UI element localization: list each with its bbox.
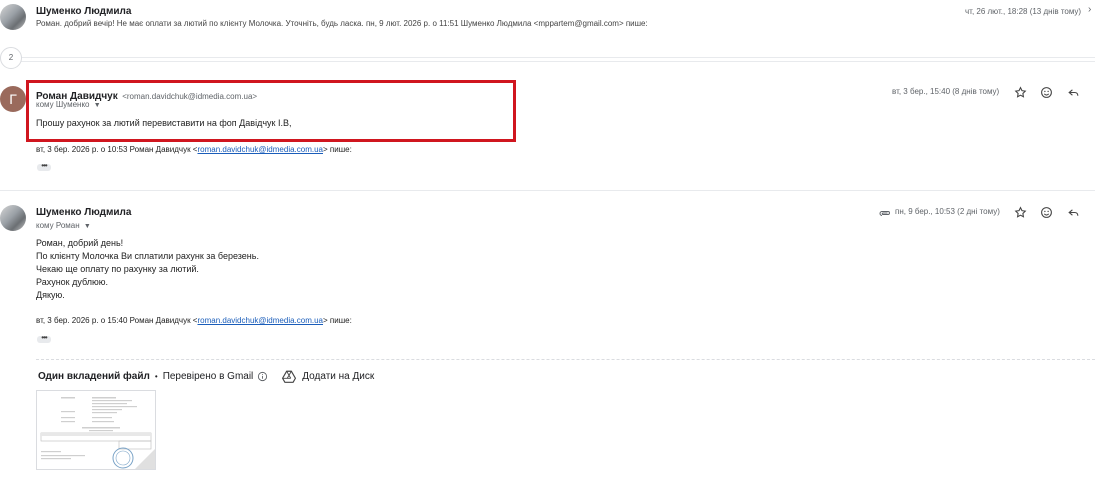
body-line: Роман, добрий день! xyxy=(36,238,124,248)
divider xyxy=(20,57,1095,58)
drive-add-icon[interactable] xyxy=(282,370,297,383)
quote-prefix: вт, 3 бер. 2026 р. о 10:53 Роман Давидчу… xyxy=(36,145,198,154)
recipients-label: кому Роман xyxy=(36,221,80,230)
chevron-down-icon[interactable]: ▼ xyxy=(84,223,91,230)
quote-header: вт, 3 бер. 2026 р. о 10:53 Роман Давидчу… xyxy=(36,145,352,154)
attachments-divider xyxy=(36,359,1095,360)
message1-date: вт, 3 бер., 15:40 (8 днів тому) xyxy=(892,87,1000,96)
attachment-clip-icon xyxy=(879,206,891,224)
collapsed-chevron-icon[interactable]: › xyxy=(1088,4,1091,15)
recipients[interactable]: кому Шуменко ▼ xyxy=(36,100,101,109)
quote-email-link[interactable]: roman.davidchuk@idmedia.com.ua xyxy=(197,316,323,325)
avatar xyxy=(0,205,26,231)
info-icon[interactable] xyxy=(257,371,268,382)
add-to-drive-button[interactable]: Додати на Диск xyxy=(302,371,374,382)
quote-prefix: вт, 3 бер. 2026 р. о 15:40 Роман Давидчу… xyxy=(36,316,198,325)
quote-header: вт, 3 бер. 2026 р. о 15:40 Роман Давидчу… xyxy=(36,316,352,325)
separator: • xyxy=(154,372,158,381)
gmail-checked-label: Перевірено в Gmail xyxy=(162,371,254,382)
emoji-icon[interactable] xyxy=(1037,83,1055,101)
attachments-header: Один вкладений файл • Перевірено в Gmail… xyxy=(38,370,374,383)
show-trimmed-content-button[interactable]: ••• xyxy=(37,334,51,343)
hidden-messages-count[interactable]: 2 xyxy=(0,47,22,69)
attachment-thumbnail[interactable] xyxy=(36,390,156,470)
collapsed-snippet[interactable]: Роман. добрий вечір! Не має оплати за лю… xyxy=(36,19,648,28)
body-line: Дякую. xyxy=(36,290,65,300)
quote-email-link[interactable]: roman.davidchuk@idmedia.com.ua xyxy=(197,145,323,154)
body-line: Чекаю ще оплату по рахунку за лютий. xyxy=(36,264,199,274)
recipients[interactable]: кому Роман ▼ xyxy=(36,221,91,230)
divider xyxy=(0,190,1095,191)
message1-body: Прошу рахунок за лютий перевиставити на … xyxy=(36,118,292,128)
quote-suffix: > пише: xyxy=(323,316,352,325)
body-line: По клієнту Молочка Ви сплатили рахунк за… xyxy=(36,251,259,261)
reply-icon[interactable] xyxy=(1064,203,1082,221)
star-icon[interactable] xyxy=(1011,203,1029,221)
collapsed-date: чт, 26 лют., 18:28 (13 днів тому) xyxy=(965,7,1082,16)
collapsed-sender[interactable]: Шуменко Людмила xyxy=(36,6,131,17)
sender-email: <roman.davidchuk@idmedia.com.ua> xyxy=(122,92,258,101)
sender-name[interactable]: Шуменко Людмила xyxy=(36,207,131,218)
chevron-down-icon[interactable]: ▼ xyxy=(94,102,101,109)
star-icon[interactable] xyxy=(1011,83,1029,101)
quote-suffix: > пише: xyxy=(323,145,352,154)
attachments-title: Один вкладений файл xyxy=(38,371,150,382)
avatar xyxy=(0,4,26,30)
recipients-label: кому Шуменко xyxy=(36,100,90,109)
emoji-icon[interactable] xyxy=(1037,203,1055,221)
reply-icon[interactable] xyxy=(1064,83,1082,101)
divider xyxy=(20,61,1095,62)
avatar: Г xyxy=(0,86,26,112)
message2-body: Роман, добрий день! По клієнту Молочка В… xyxy=(36,237,259,302)
body-line: Рахунок дублюю. xyxy=(36,277,108,287)
message2-date: пн, 9 бер., 10:53 (2 дні тому) xyxy=(895,207,1000,216)
show-trimmed-content-button[interactable]: ••• xyxy=(37,162,51,171)
